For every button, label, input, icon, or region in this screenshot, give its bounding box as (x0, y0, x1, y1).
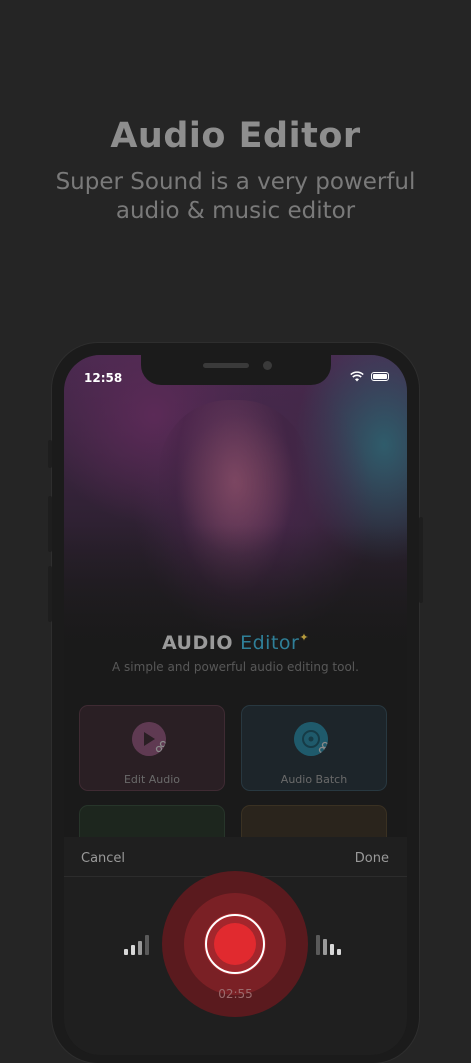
record-dot-icon (214, 923, 256, 965)
phone-side-button (48, 566, 52, 622)
edit-audio-card[interactable]: Edit Audio (79, 705, 225, 791)
app-title: AUDIO Editor✦ (64, 631, 407, 654)
status-time: 12:58 (84, 371, 123, 385)
speaker-grille (203, 363, 249, 368)
phone-side-button (419, 517, 423, 603)
level-bar (138, 941, 142, 955)
level-bar (316, 935, 320, 955)
battery-icon (371, 372, 389, 381)
app-title-main: AUDIO (161, 632, 233, 654)
app-tagline: A simple and powerful audio editing tool… (112, 660, 359, 674)
phone-side-button (48, 440, 52, 468)
front-camera (263, 361, 272, 370)
recording-time: 02:55 (218, 987, 253, 1001)
wifi-icon (350, 371, 364, 382)
phone-screen: 12:58 AUDIO Editor✦ A simple and powerfu… (64, 355, 407, 1055)
level-bar (330, 944, 334, 955)
level-bar (323, 939, 327, 955)
sparkle-icon: ✦ (299, 631, 310, 644)
edit-audio-label: Edit Audio (123, 773, 181, 786)
app-title-accent: Editor (240, 632, 300, 654)
recorder-sheet: Cancel Done 02:55 (64, 837, 407, 1055)
play-scissors-icon (132, 722, 166, 756)
level-bar (145, 935, 149, 955)
cancel-button[interactable]: Cancel (81, 851, 125, 866)
hero-image (64, 355, 407, 665)
input-level-right (316, 933, 341, 955)
audio-batch-label: Audio Batch (280, 773, 348, 786)
promo-subtitle: Super Sound is a very powerful audio & m… (55, 169, 416, 224)
level-bar (124, 949, 128, 955)
record-button[interactable] (205, 914, 265, 974)
disc-scissors-icon (294, 722, 328, 756)
input-level-left (124, 933, 149, 955)
phone-side-button (48, 496, 52, 552)
level-bar (337, 949, 341, 955)
promo-title: Audio Editor (110, 116, 361, 156)
audio-batch-card[interactable]: Audio Batch (241, 705, 387, 791)
level-bar (131, 945, 135, 955)
done-button[interactable]: Done (355, 851, 389, 866)
notch (141, 355, 331, 385)
status-icons (350, 371, 389, 382)
